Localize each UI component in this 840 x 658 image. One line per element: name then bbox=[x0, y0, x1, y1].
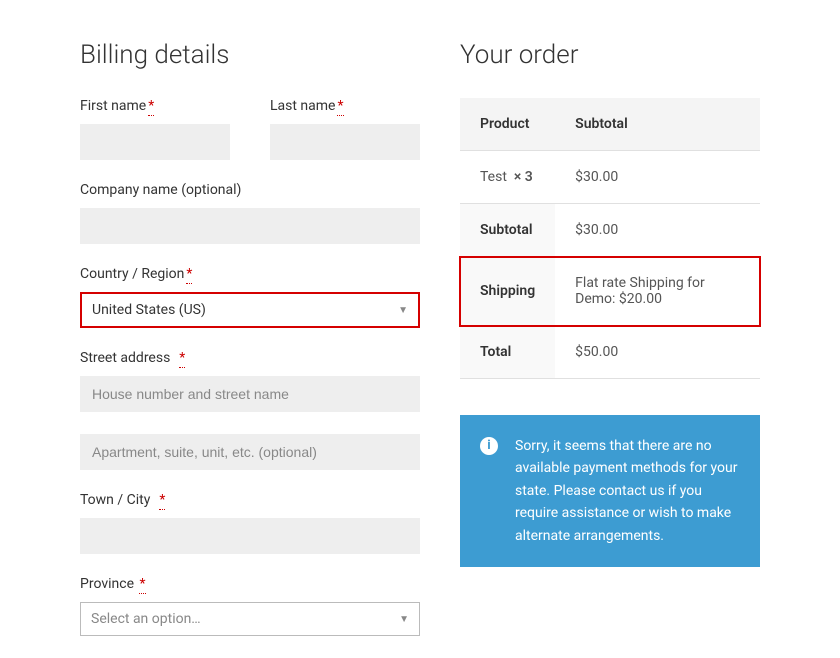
subtotal-header: Subtotal bbox=[555, 98, 760, 151]
line-item-qty: × 3 bbox=[514, 169, 533, 185]
billing-heading: Billing details bbox=[80, 40, 420, 70]
city-input[interactable] bbox=[80, 518, 420, 554]
country-value: United States (US) bbox=[92, 302, 206, 318]
table-row: Total $50.00 bbox=[460, 326, 760, 379]
order-table-header: Product Subtotal bbox=[460, 98, 760, 151]
first-name-label: First name* bbox=[80, 98, 230, 114]
province-placeholder: Select an option… bbox=[91, 611, 201, 627]
line-item-total: $30.00 bbox=[555, 151, 760, 204]
company-label: Company name (optional) bbox=[80, 182, 420, 198]
total-value: $50.00 bbox=[555, 326, 760, 379]
country-select[interactable]: United States (US) ▼ bbox=[80, 292, 420, 328]
required-mark: * bbox=[337, 98, 343, 116]
required-mark: * bbox=[159, 492, 165, 510]
province-select[interactable]: Select an option… ▼ bbox=[80, 602, 420, 636]
order-table: Product Subtotal Test × 3 $30.00 Subtota… bbox=[460, 98, 760, 379]
payment-notice: i Sorry, it seems that there are no avai… bbox=[460, 415, 760, 567]
subtotal-value: $30.00 bbox=[555, 204, 760, 257]
table-row: Test × 3 $30.00 bbox=[460, 151, 760, 204]
city-label: Town / City * bbox=[80, 492, 420, 508]
chevron-down-icon: ▼ bbox=[398, 305, 408, 316]
street-label: Street address * bbox=[80, 350, 420, 366]
subtotal-label: Subtotal bbox=[460, 204, 555, 257]
chevron-down-icon: ▼ bbox=[399, 614, 409, 625]
notice-message: Sorry, it seems that there are no availa… bbox=[515, 438, 737, 544]
street1-input[interactable] bbox=[80, 376, 420, 412]
street2-input[interactable] bbox=[80, 434, 420, 470]
billing-section: Billing details First name* Last name* C… bbox=[80, 40, 420, 658]
info-icon: i bbox=[480, 437, 498, 455]
product-header: Product bbox=[460, 98, 555, 151]
last-name-label: Last name* bbox=[270, 98, 420, 114]
total-label: Total bbox=[460, 326, 555, 379]
order-heading: Your order bbox=[460, 40, 760, 70]
required-mark: * bbox=[179, 350, 185, 368]
table-row: Subtotal $30.00 bbox=[460, 204, 760, 257]
shipping-value: Flat rate Shipping for Demo: $20.00 bbox=[555, 257, 760, 326]
country-label: Country / Region* bbox=[80, 266, 420, 282]
required-mark: * bbox=[148, 98, 154, 116]
required-mark: * bbox=[139, 576, 145, 594]
order-section: Your order Product Subtotal Test × 3 $30… bbox=[460, 40, 760, 658]
province-label: Province * bbox=[80, 576, 420, 592]
company-input[interactable] bbox=[80, 208, 420, 244]
line-item-name: Test × 3 bbox=[460, 151, 555, 204]
shipping-label: Shipping bbox=[460, 257, 555, 326]
shipping-row: Shipping Flat rate Shipping for Demo: $2… bbox=[460, 257, 760, 326]
required-mark: * bbox=[186, 266, 192, 284]
last-name-input[interactable] bbox=[270, 124, 420, 160]
first-name-input[interactable] bbox=[80, 124, 230, 160]
